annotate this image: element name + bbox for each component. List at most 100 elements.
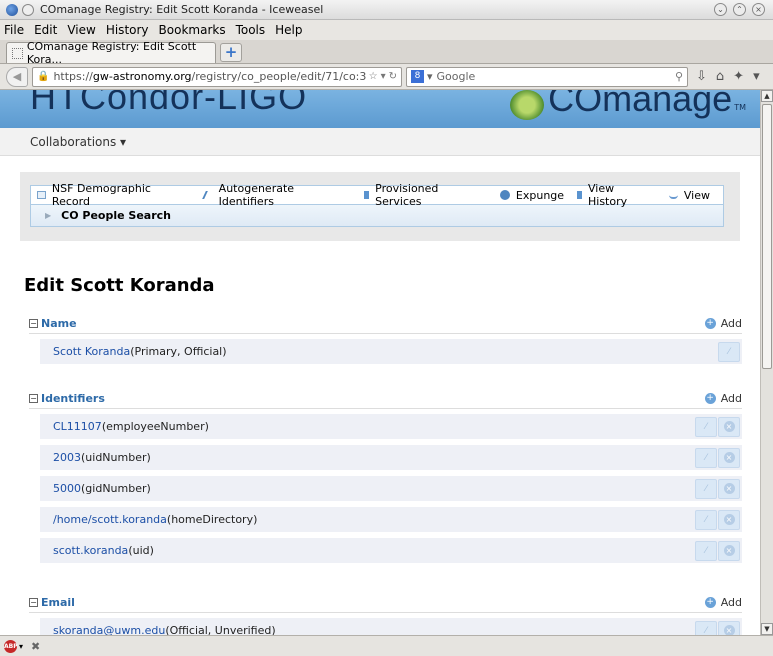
comanage-gear-icon [510,90,545,120]
name-section-title[interactable]: Name [41,317,77,330]
search-icon[interactable]: ⚲ [675,70,683,83]
scroll-down-icon[interactable]: ▼ [761,623,773,635]
dropdown-arrow-icon[interactable]: ▾ [381,71,386,82]
menu-bookmarks[interactable]: Bookmarks [159,23,226,37]
identifier-type: (uid) [128,544,154,557]
menu-tools[interactable]: Tools [236,23,266,37]
delete-button[interactable]: × [718,447,740,468]
delete-icon: × [723,625,735,635]
user-icon [668,191,678,199]
edit-icon[interactable]: ⁄ [695,620,717,635]
page-title: Edit Scott Koranda [24,275,215,296]
iceweasel-icon [6,3,18,16]
identifier-value-link[interactable]: CL11107 [53,420,102,433]
row-actions: ⁄ [718,341,742,362]
menu-file[interactable]: File [4,23,24,37]
collapse-icon[interactable]: − [29,394,38,403]
search-input[interactable]: Google [437,70,476,83]
name-section-header: − Name + Add [29,314,742,334]
menu-view[interactable]: View [67,23,95,37]
email-meta: (Official, Unverified) [165,624,276,635]
delete-button[interactable]: × [718,478,740,499]
delete-icon: × [723,483,735,494]
nsf-demographic-link[interactable]: NSF Demographic Record [37,182,191,208]
provisioned-services-link[interactable]: Provisioned Services [364,182,487,208]
collapse-icon[interactable]: − [29,319,38,328]
name-value-link[interactable]: Scott Koranda [53,345,130,358]
trademark: TM [734,103,746,112]
list-icon [364,191,370,199]
edit-icon[interactable]: ⁄ [695,509,717,530]
email-section-title[interactable]: Email [41,596,75,609]
edit-icon[interactable]: ⁄ [695,478,717,499]
email-value-link[interactable]: skoranda@uwm.edu [53,624,165,635]
delete-button[interactable]: × [718,620,740,635]
delete-button[interactable]: × [718,540,740,561]
identifier-value-link[interactable]: scott.koranda [53,544,128,557]
add-email-button[interactable]: + Add [704,596,742,609]
back-button[interactable]: ◀ [6,66,28,87]
maximize-icon[interactable]: ⌃ [733,3,746,16]
co-people-search-toggle[interactable]: ▶ CO People Search [30,205,724,227]
collaborations-menu[interactable]: Collaborations ▾ [30,135,126,149]
url-host: gw-astronomy.org [92,70,192,83]
page-viewport: HTCondor-LIGO COmanage TM Collaborations… [0,90,760,635]
google-icon[interactable]: 8 [411,70,424,83]
identifiers-section-title[interactable]: Identifiers [41,392,105,405]
identifier-value-link[interactable]: 2003 [53,451,81,464]
tab-edit-scott[interactable]: COmanage Registry: Edit Scott Kora... [6,40,216,66]
name-section: − Name + Add Scott Koranda (Primary, Offi… [29,314,742,364]
reload-icon[interactable]: ↻ [389,71,397,82]
edit-icon[interactable]: ⁄ [695,540,717,561]
person-actions-bar: NSF Demographic Record Autogenerate Iden… [30,182,724,208]
close-icon[interactable]: × [752,3,765,16]
person-toolbox: NSF Demographic Record Autogenerate Iden… [20,172,740,241]
addon-icon[interactable]: ✦ [733,69,744,84]
identifier-type: (gidNumber) [81,482,151,495]
row-actions: ⁄ × [695,447,742,468]
view-history-link[interactable]: View History [577,182,656,208]
add-name-button[interactable]: + Add [704,317,742,330]
identifier-value-link[interactable]: 5000 [53,482,81,495]
home-icon[interactable]: ⌂ [716,69,724,84]
new-tab-button[interactable]: + [220,43,242,62]
minimize-icon[interactable]: ⌄ [714,3,727,16]
collaborations-bar: Collaborations ▾ [0,128,760,156]
page-favicon-icon [12,47,23,59]
autogenerate-identifiers-link[interactable]: Autogenerate Identifiers [201,182,351,208]
navigation-bar: ◀ 🔒 https://gw-astronomy.org/registry/co… [0,64,773,90]
expunge-link[interactable]: Expunge [499,189,564,202]
edit-icon[interactable]: ⁄ [718,341,740,362]
download-icon[interactable]: ⇩ [696,69,707,84]
add-identifier-button[interactable]: + Add [704,392,742,405]
view-link[interactable]: View [668,189,710,202]
adblock-dropdown-icon[interactable]: ▾ [19,642,23,651]
vertical-scrollbar[interactable]: ▲ ▼ [760,90,773,635]
delete-icon: × [723,452,735,463]
scroll-thumb[interactable] [762,104,772,369]
menu-history[interactable]: History [106,23,149,37]
collapse-icon[interactable]: − [29,598,38,607]
delete-button[interactable]: × [718,509,740,530]
menu-help[interactable]: Help [275,23,302,37]
search-engine-dropdown-icon[interactable]: ▾ [427,70,433,83]
edit-icon[interactable]: ⁄ [695,416,717,437]
menu-edit[interactable]: Edit [34,23,57,37]
edit-icon[interactable]: ⁄ [695,447,717,468]
add-icon: + [704,318,716,329]
bookmark-star-icon[interactable]: ☆ [369,71,378,82]
overflow-menu-icon[interactable]: ▾ [753,69,760,84]
delete-button[interactable]: × [718,416,740,437]
identifier-value-link[interactable]: /home/scott.koranda [53,513,167,526]
status-bar: ABP ▾ ✖ [0,635,773,656]
url-icons: ☆ ▾ ↻ [369,71,397,82]
addon-bar-close-icon[interactable]: ✖ [31,640,40,653]
url-bar[interactable]: 🔒 https://gw-astronomy.org/registry/co_p… [32,66,402,87]
search-bar[interactable]: 8 ▾ Google ⚲ [406,66,688,87]
tab-label: COmanage Registry: Edit Scott Kora... [26,40,197,66]
nav-extra-icons: ⇩ ⌂ ✦ ▾ [696,69,760,84]
window-controls: ⌄ ⌃ × [714,3,765,16]
window-menu-icon[interactable] [22,3,34,16]
scroll-up-icon[interactable]: ▲ [761,90,773,102]
adblock-icon[interactable]: ABP [4,639,18,653]
